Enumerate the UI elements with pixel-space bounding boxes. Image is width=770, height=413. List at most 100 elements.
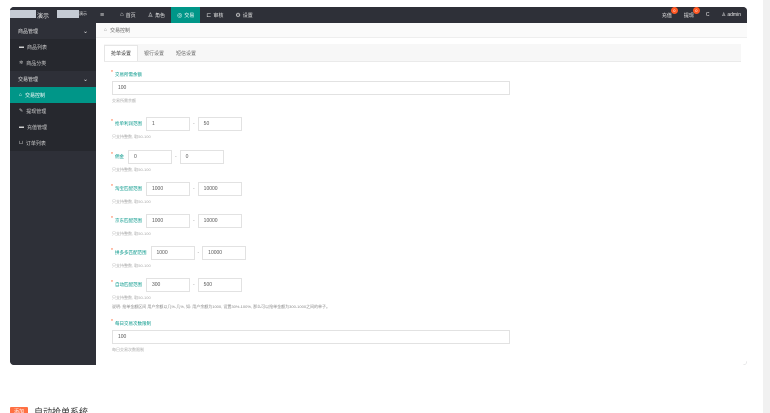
nav-audit[interactable]: ⊏ 审核 — [200, 7, 229, 23]
nav-role[interactable]: ♙ 角色 — [142, 7, 171, 23]
settings-card: 抢单设置 银行设置 短信设置 交易所需余额 100 交易所需余额 抢单利润范围 … — [104, 44, 741, 365]
field-hint: 每日交易次数限制 — [112, 347, 144, 352]
tab-order-settings[interactable]: 抢单设置 — [104, 45, 139, 61]
field-commission: 佣金 0 - 0 只支持整数, 取50-100 — [111, 147, 224, 173]
field-hint: 交易所需余额 — [112, 98, 136, 103]
field-taobao-range: 淘宝匹配范围 1000 - 10000 只支持整数, 取50-100 — [111, 179, 242, 205]
sidebar: 商品管理 ⌄ ▬ 商品列表 ✲ 商品分类 交易管理 ⌄ ⌂ 交易控制 ✎ 提现管… — [10, 23, 96, 365]
nav-home[interactable]: ⌂ 首页 — [114, 7, 142, 23]
sidebar-group-label: 交易管理 — [18, 76, 39, 83]
user-icon: ♙ — [721, 12, 726, 18]
sidebar-group-label: 商品管理 — [18, 28, 39, 35]
audit-icon: ⊏ — [206, 12, 212, 19]
top-right-actions: 充值 0 提现 0 C ♙ admin — [656, 7, 747, 23]
taobao-max-input[interactable]: 10000 — [197, 182, 242, 196]
sidebar-item-label: 商品分类 — [26, 60, 47, 67]
gear-icon: ⚙ — [235, 12, 241, 19]
top-bar: 演示 演示 ≡ ⌂ 首页 ♙ 角色 ◎ 交易 ⊏ 审核 ⚙ 设置 充值 0 提现… — [10, 7, 747, 23]
nav-settings-label: 设置 — [242, 12, 253, 19]
sidebar-item-orders[interactable]: ⊔ 订单列表 — [10, 135, 96, 151]
sidebar-group-trade[interactable]: 交易管理 ⌄ — [10, 71, 96, 87]
profit-max-input[interactable]: 50 — [197, 117, 242, 131]
field-pdd-range: 拼多多匹配范围 1000 - 10000 只支持整数, 取50-100 — [111, 243, 247, 269]
daily-limit-input[interactable]: 100 — [112, 330, 510, 344]
field-label: 京东匹配范围 — [111, 216, 142, 224]
tab-bar: 抢单设置 银行设置 短信设置 — [104, 44, 741, 62]
section-heading: 添加 自动抢单系统 — [10, 405, 88, 413]
refresh-icon[interactable]: C — [700, 12, 716, 18]
chevron-down-icon: ⌄ — [82, 28, 88, 35]
logo: 演示 演示 — [10, 7, 88, 23]
sidebar-item-trade-control[interactable]: ⌂ 交易控制 — [10, 87, 96, 103]
user-menu[interactable]: ♙ admin — [716, 12, 748, 18]
field-daily-limit: 每日交易次数限制 100 每日交易次数限制 — [111, 319, 510, 353]
logo-text-2: 演示 — [79, 11, 87, 16]
field-label: 淘宝匹配范围 — [111, 184, 142, 192]
range-separator: - — [193, 121, 195, 127]
pdd-max-input[interactable]: 10000 — [202, 246, 247, 260]
logo-mark-2 — [57, 10, 79, 18]
nav-role-label: 角色 — [155, 12, 166, 19]
order-icon: ⊔ — [19, 140, 23, 146]
control-icon: ⌂ — [19, 92, 23, 98]
sidebar-item-withdraw[interactable]: ✎ 提现管理 — [10, 103, 96, 119]
range-note: 说明: 抢单金额区间 用户余额以几%-几%, 如: 用户余额为1000, 设置3… — [112, 304, 331, 309]
sidebar-item-recharge[interactable]: ▬ 充值管理 — [10, 119, 96, 135]
taobao-min-input[interactable]: 1000 — [146, 182, 190, 196]
page-scrollbar[interactable] — [763, 0, 770, 413]
field-label: 自动匹配范围 — [111, 280, 142, 288]
field-label: 抢单利润范围 — [111, 119, 142, 127]
recharge-link[interactable]: 充值 0 — [656, 7, 678, 19]
profit-min-input[interactable]: 1 — [146, 117, 190, 131]
jd-min-input[interactable]: 1000 — [146, 214, 190, 228]
tab-bank-settings[interactable]: 银行设置 — [138, 46, 170, 61]
home-icon[interactable]: ⌂ — [104, 27, 107, 33]
tab-sms-settings[interactable]: 短信设置 — [170, 46, 202, 61]
required-balance-input[interactable]: 100 — [112, 81, 510, 95]
field-label: 每日交易次数限制 — [111, 319, 510, 327]
field-label: 佣金 — [111, 152, 124, 160]
menu-toggle-icon[interactable]: ≡ — [96, 12, 108, 19]
user-icon: ♙ — [147, 12, 154, 19]
withdraw-link[interactable]: 提现 0 — [678, 7, 700, 19]
auto-max-input[interactable]: 500 — [197, 278, 242, 292]
app-window: 演示 演示 ≡ ⌂ 首页 ♙ 角色 ◎ 交易 ⊏ 审核 ⚙ 设置 充值 0 提现… — [10, 7, 747, 365]
range-separator: - — [197, 250, 200, 256]
jd-max-input[interactable]: 10000 — [197, 214, 242, 228]
logo-text: 演示 — [37, 14, 50, 20]
range-separator: - — [193, 218, 195, 224]
section-tag: 添加 — [10, 407, 29, 413]
sidebar-group-goods[interactable]: 商品管理 ⌄ — [10, 23, 96, 39]
pdd-min-input[interactable]: 1000 — [150, 246, 195, 260]
field-jd-range: 京东匹配范围 1000 - 10000 只支持整数, 取50-100 — [111, 211, 242, 237]
range-separator: - — [175, 154, 177, 160]
chevron-down-icon: ⌄ — [82, 76, 88, 83]
sidebar-item-label: 交易控制 — [25, 92, 46, 99]
range-separator: - — [193, 282, 195, 288]
withdraw-icon: ✎ — [19, 108, 24, 114]
sidebar-item-goods-list[interactable]: ▬ 商品列表 — [10, 39, 96, 55]
cart-icon: ▬ — [19, 44, 24, 50]
recharge-label: 充值 — [661, 12, 672, 19]
nav-home-label: 首页 — [125, 12, 136, 19]
field-hint: 只支持整数, 取50-100 — [112, 295, 151, 300]
section-title: 自动抢单系统 — [34, 407, 89, 413]
nav-settings[interactable]: ⚙ 设置 — [229, 7, 258, 23]
range-separator: - — [193, 186, 195, 192]
trade-icon: ◎ — [177, 12, 183, 19]
auto-min-input[interactable]: 300 — [146, 278, 190, 292]
nav-trade[interactable]: ◎ 交易 — [171, 7, 201, 23]
field-label: 拼多多匹配范围 — [111, 248, 146, 256]
nav-trade-label: 交易 — [184, 12, 195, 19]
sidebar-item-label: 提现管理 — [26, 108, 47, 115]
field-hint: 只支持整数, 取50-100 — [112, 199, 151, 204]
breadcrumb: ⌂ 交易控制 — [96, 23, 747, 38]
commission-max-input[interactable]: 0 — [179, 150, 224, 164]
home-icon: ⌂ — [120, 12, 124, 18]
field-required-balance: 交易所需余额 100 交易所需余额 — [111, 70, 510, 104]
field-hint: 只支持整数, 取50-100 — [112, 263, 151, 268]
field-label: 交易所需余额 — [111, 70, 510, 78]
recharge-icon: ▬ — [19, 124, 24, 130]
sidebar-item-goods-category[interactable]: ✲ 商品分类 — [10, 55, 96, 71]
commission-min-input[interactable]: 0 — [128, 150, 172, 164]
